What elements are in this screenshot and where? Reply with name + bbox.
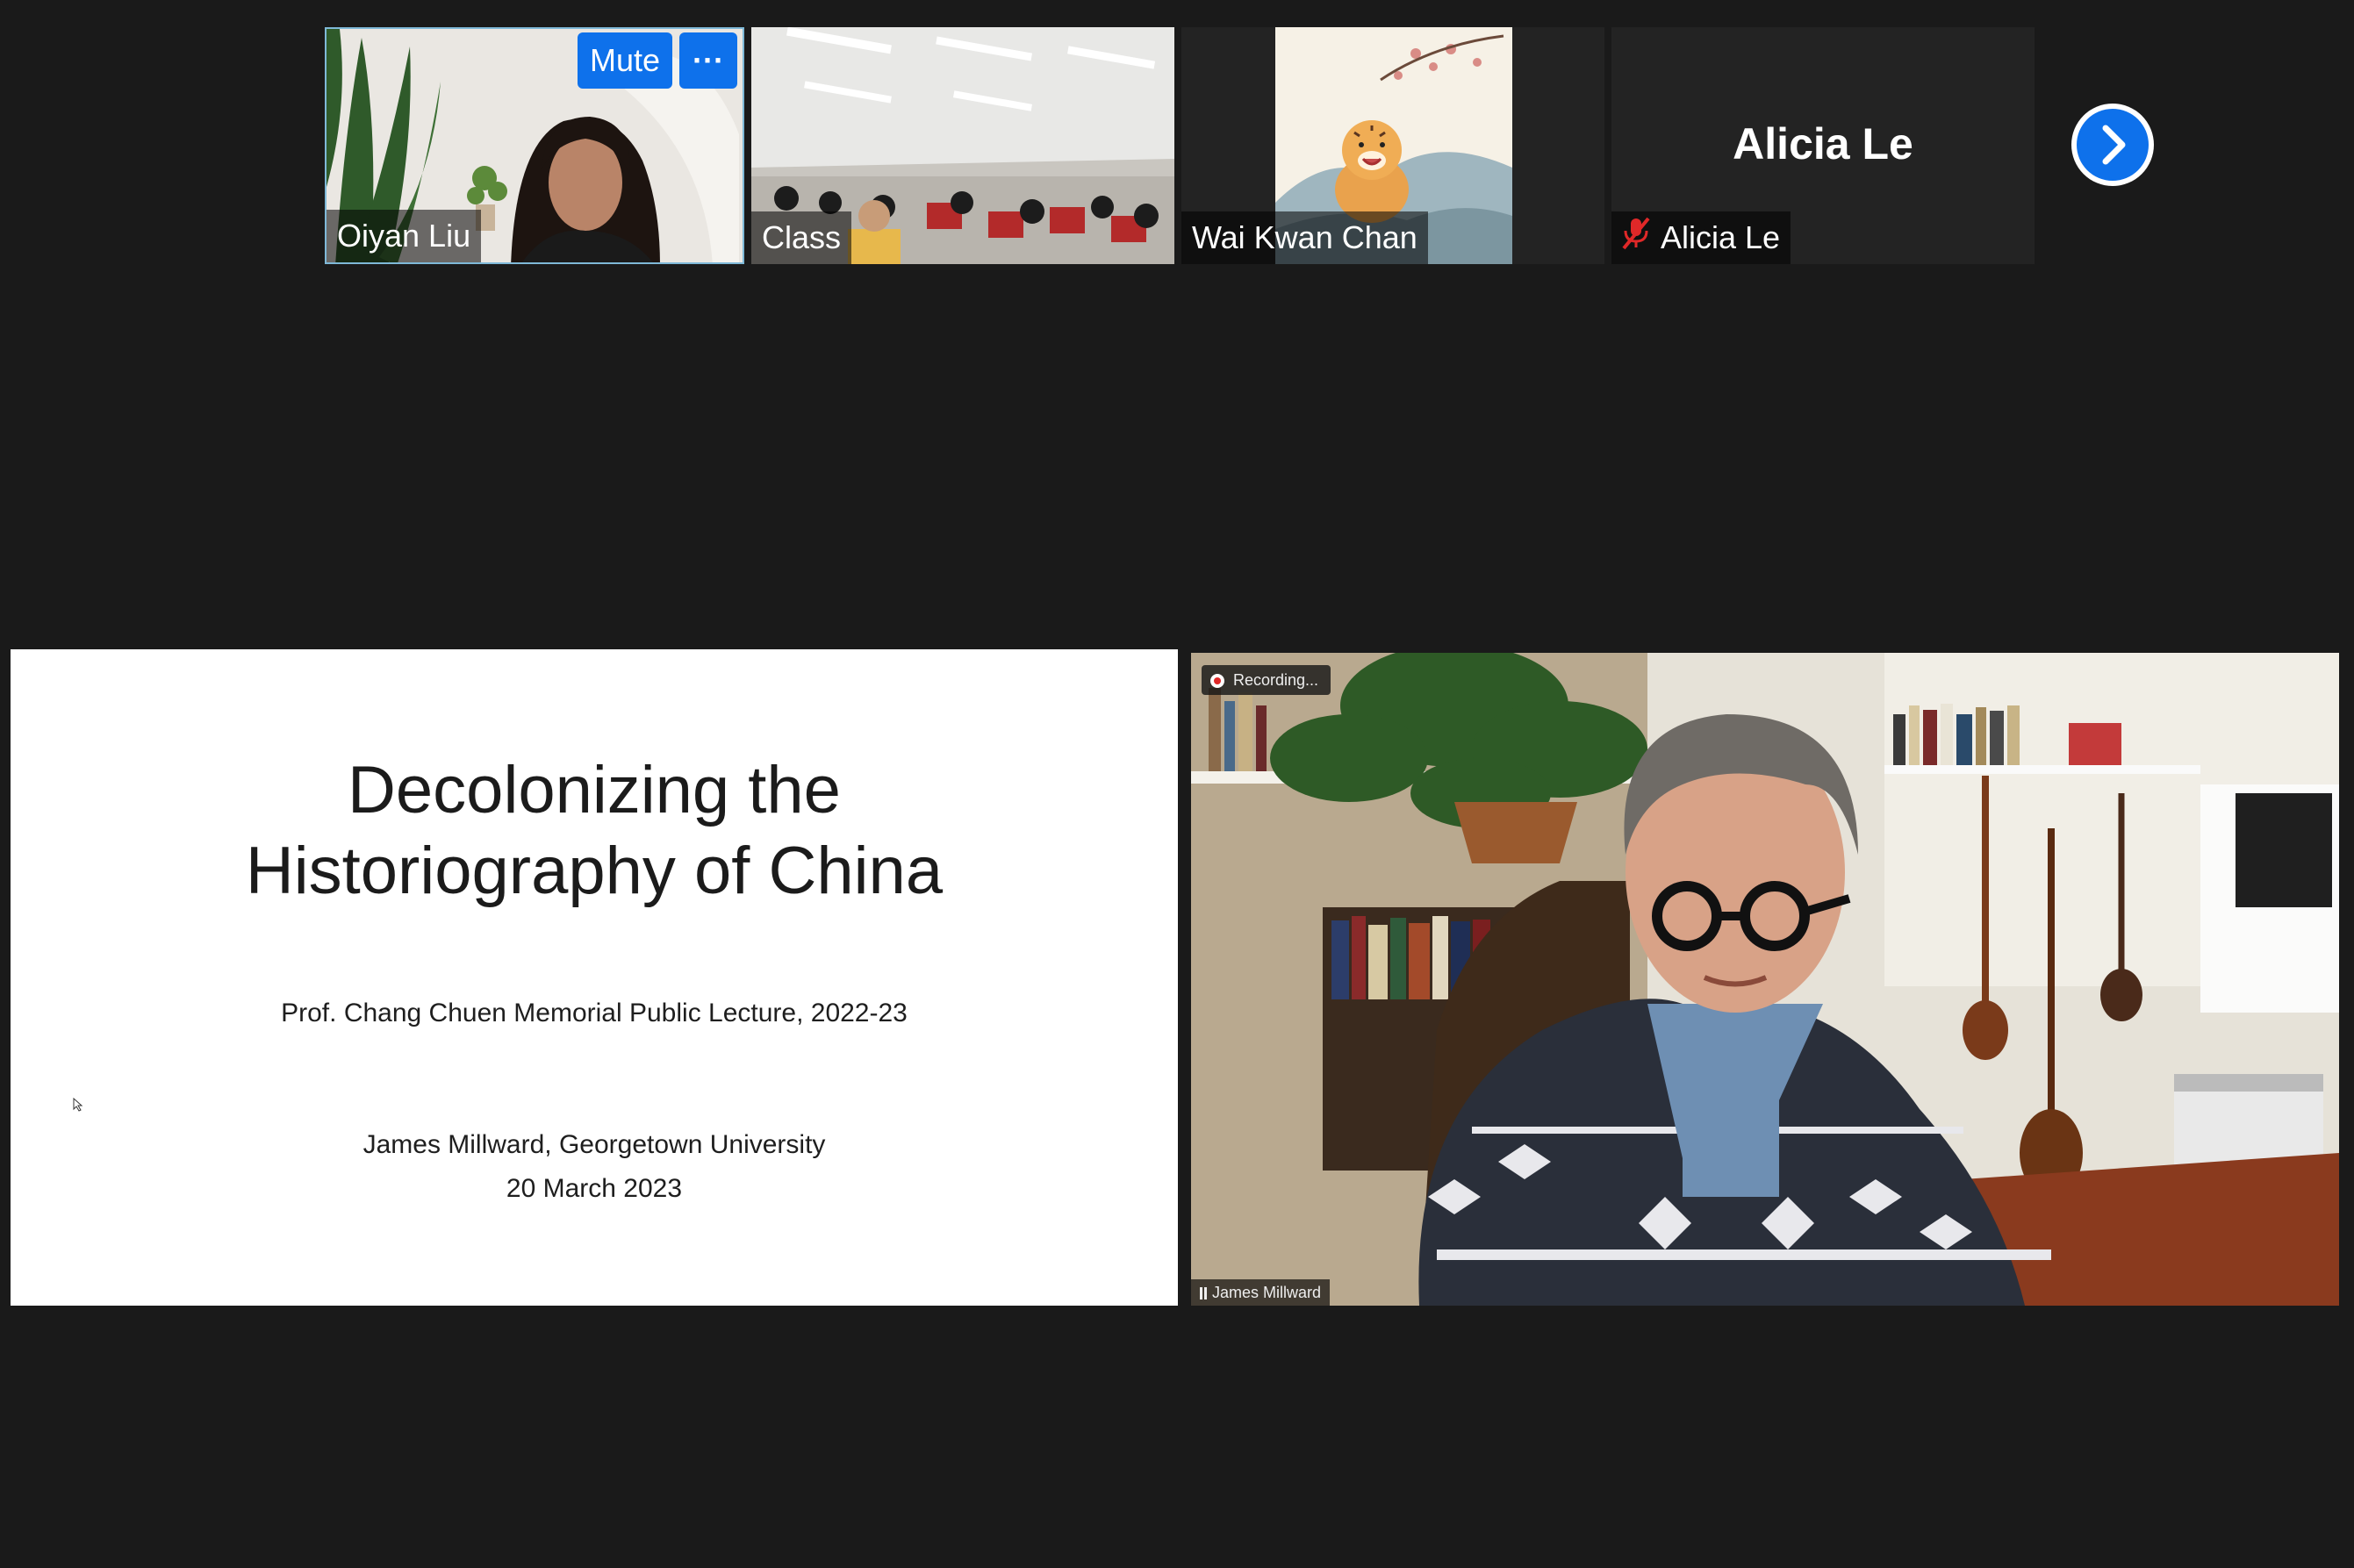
recording-indicator: Recording... xyxy=(1202,665,1331,695)
participant-name: Class xyxy=(751,211,852,264)
speaker-name: James Millward xyxy=(1212,1284,1322,1301)
slide-title: Decolonizing the Historiography of China xyxy=(11,750,1178,912)
participant-tile-alicia-le[interactable]: Alicia Le Alicia Le xyxy=(1611,27,2035,264)
participant-tile-class[interactable]: Class xyxy=(751,27,1174,264)
recording-label: Recording... xyxy=(1233,671,1319,689)
speaker-name-bar: James Millward xyxy=(1191,1279,1331,1306)
audio-level-icon-bar xyxy=(1204,1287,1207,1300)
participant-name: Oiyan Liu xyxy=(327,210,482,262)
slide-title-line-1: Decolonizing the xyxy=(348,753,841,827)
slide-author: James Millward, Georgetown University xyxy=(362,1130,826,1159)
chevron-right-icon xyxy=(2077,109,2149,181)
record-dot-icon xyxy=(1210,674,1224,689)
shared-screen-slide: Decolonizing the Historiography of China… xyxy=(11,649,1178,1306)
participant-display-name: Alicia Le xyxy=(1733,119,1913,168)
participant-tile-oiyan-liu[interactable]: Mute ··· Oiyan Liu xyxy=(325,27,744,264)
participant-name-bar: Alicia Le xyxy=(1611,211,1791,264)
mute-button[interactable]: Mute xyxy=(578,32,672,89)
more-options-button[interactable]: ··· xyxy=(679,32,737,89)
muted-microphone-icon xyxy=(1620,213,1652,264)
participant-name: Wai Kwan Chan xyxy=(1181,211,1428,264)
speaker-video[interactable]: Recording... James Millward xyxy=(1191,653,2339,1306)
slide-date: 20 March 2023 xyxy=(506,1174,683,1203)
mouse-cursor-icon xyxy=(73,1098,83,1112)
slide-subtitle: Prof. Chang Chuen Memorial Public Lectur… xyxy=(281,999,908,1027)
audio-level-icon xyxy=(1200,1287,1202,1300)
participant-tile-wai-kwan-chan[interactable]: Wai Kwan Chan xyxy=(1181,27,1604,264)
slide-title-line-2: Historiography of China xyxy=(245,834,944,908)
participant-name: Alicia Le xyxy=(1661,219,1781,255)
next-page-button[interactable] xyxy=(2071,104,2154,186)
speaker-video-feed xyxy=(1191,653,2339,1306)
